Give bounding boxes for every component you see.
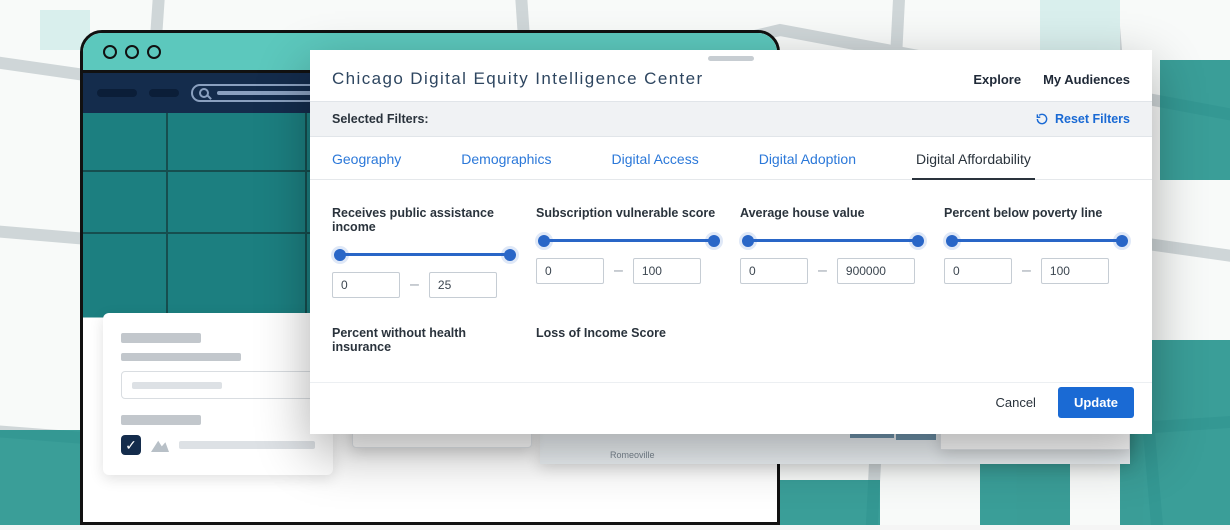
filter-tabs: Geography Demographics Digital Access Di… — [310, 137, 1152, 180]
filter-label: Percent below poverty line — [944, 206, 1130, 220]
tab-digital-affordability[interactable]: Digital Affordability — [916, 151, 1031, 179]
max-input[interactable] — [837, 258, 915, 284]
range-slider[interactable] — [746, 234, 920, 246]
filter-label: Percent without health insurance — [332, 326, 518, 354]
sidebar-panel: ✓ — [103, 313, 333, 475]
min-input[interactable] — [536, 258, 604, 284]
nav-explore[interactable]: Explore — [973, 72, 1021, 87]
range-slider[interactable] — [542, 234, 716, 246]
filter-label: Receives public assistance income — [332, 206, 518, 234]
max-input[interactable] — [429, 272, 497, 298]
filter-modal: Chicago Digital Equity Intelligence Cent… — [310, 50, 1152, 434]
tab-digital-adoption[interactable]: Digital Adoption — [759, 151, 856, 179]
tab-geography[interactable]: Geography — [332, 151, 401, 179]
filter-label: Subscription vulnerable score — [536, 206, 722, 220]
filter-label: Loss of Income Score — [536, 326, 722, 340]
filter-loss-of-income: Loss of Income Score — [536, 326, 722, 368]
nav-my-audiences[interactable]: My Audiences — [1043, 72, 1130, 87]
window-controls — [103, 45, 161, 59]
selected-filters-label: Selected Filters: — [332, 112, 429, 126]
layer-icon — [151, 438, 169, 452]
filter-label: Average house value — [740, 206, 926, 220]
filter-below-poverty: Percent below poverty line – — [944, 206, 1130, 298]
refresh-icon — [1035, 112, 1049, 126]
max-input[interactable] — [633, 258, 701, 284]
tab-demographics[interactable]: Demographics — [461, 151, 551, 179]
checkbox-sidebar[interactable]: ✓ — [121, 435, 141, 455]
app-title: Chicago Digital Equity Intelligence Cent… — [332, 69, 704, 89]
filter-subscription-vulnerable: Subscription vulnerable score – — [536, 206, 722, 298]
max-input[interactable] — [1041, 258, 1109, 284]
range-slider[interactable] — [950, 234, 1124, 246]
filter-public-assistance: Receives public assistance income – — [332, 206, 518, 298]
filter-no-health-insurance: Percent without health insurance — [332, 326, 518, 368]
update-button[interactable]: Update — [1058, 387, 1134, 418]
map-label: Romeoville — [610, 450, 655, 460]
sidebar-input-stub — [121, 371, 315, 399]
cancel-button[interactable]: Cancel — [989, 387, 1041, 418]
tab-digital-access[interactable]: Digital Access — [612, 151, 699, 179]
range-slider[interactable] — [338, 248, 512, 260]
min-input[interactable] — [740, 258, 808, 284]
min-input[interactable] — [332, 272, 400, 298]
filter-avg-house-value: Average house value – — [740, 206, 926, 298]
reset-filters-button[interactable]: Reset Filters — [1035, 112, 1130, 126]
min-input[interactable] — [944, 258, 1012, 284]
